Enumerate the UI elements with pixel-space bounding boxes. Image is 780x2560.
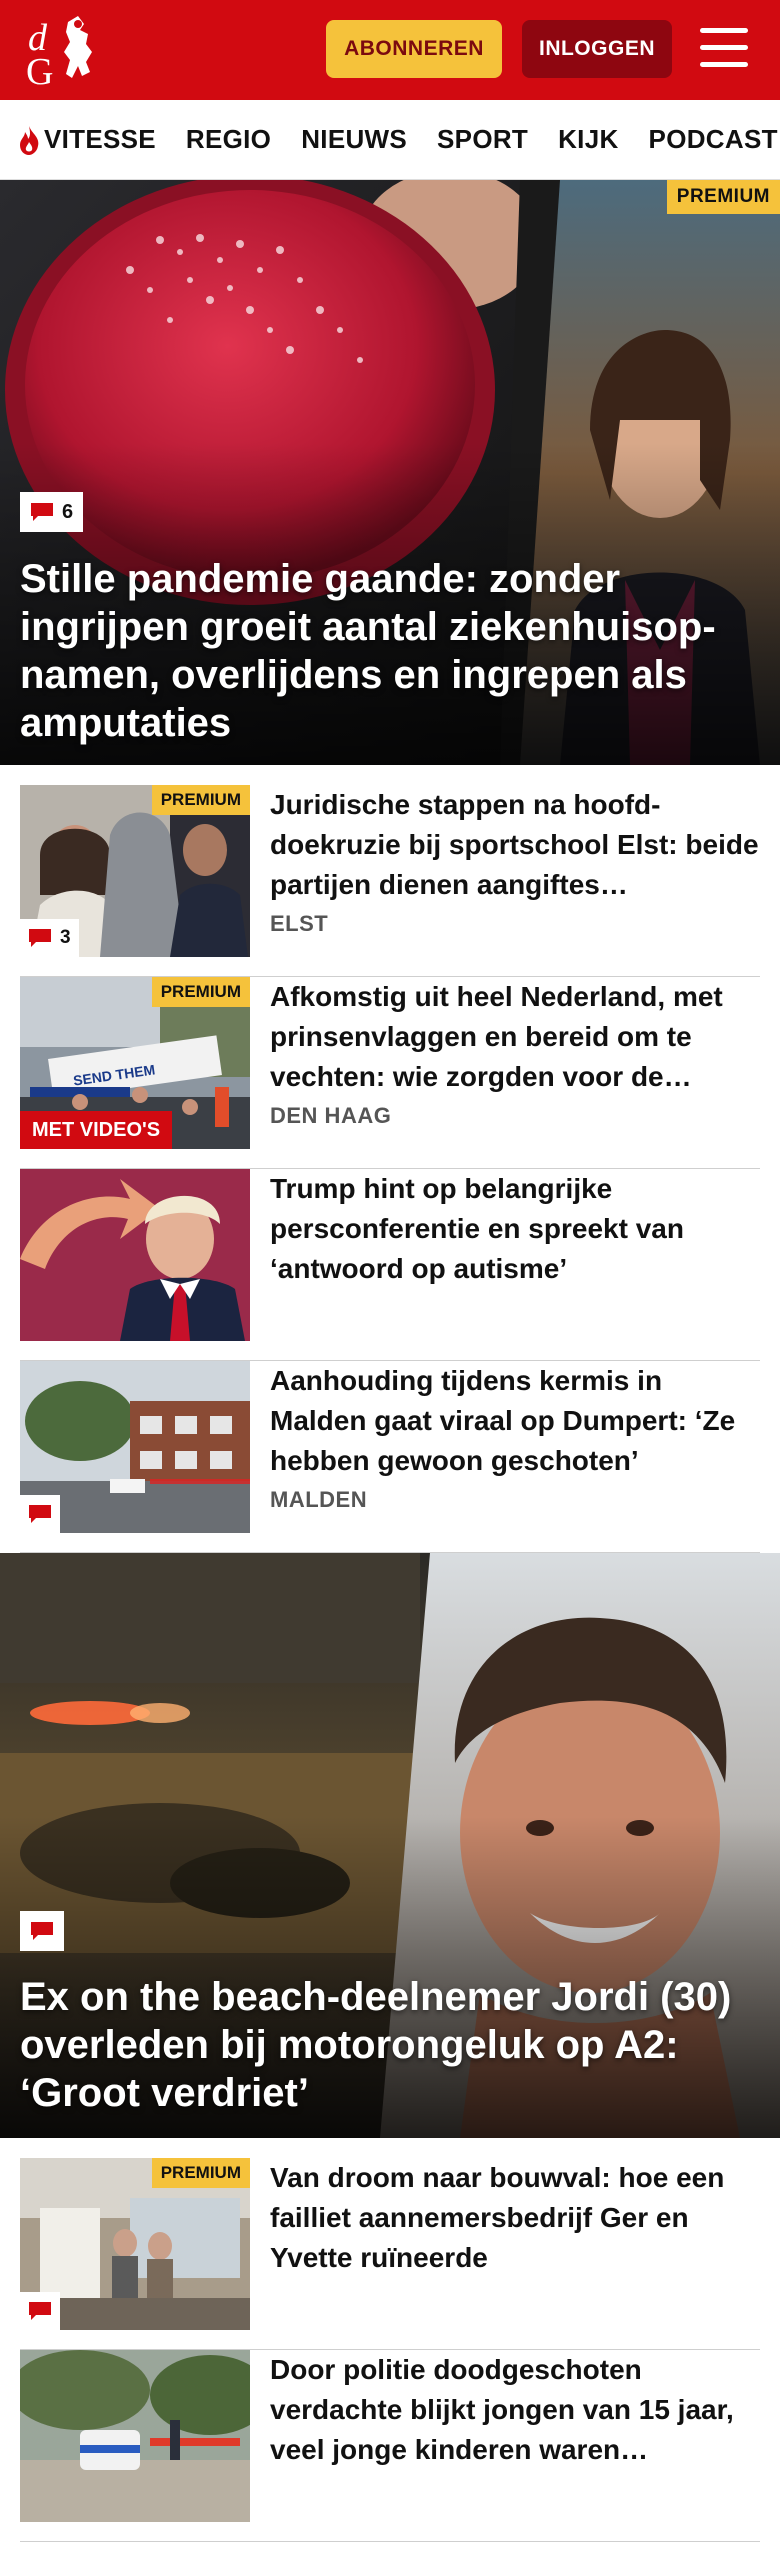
comment-icon [29,929,51,947]
article-title[interactable]: Aanhouding tijdens kermis in Malden gaat… [270,1361,760,1481]
hero-title[interactable]: Ex on the beach-deelnemer Jordi (30) ove… [20,1973,760,2117]
comment-count[interactable] [20,1911,64,1951]
login-button[interactable]: INLOGGEN [522,20,672,78]
article-thumbnail [20,1169,250,1341]
logo[interactable]: d G [22,10,122,93]
premium-badge: PREMIUM [666,180,780,214]
list-item[interactable]: PREMIUM Van droom naar bouwval: hoe een … [20,2158,760,2350]
menu-icon[interactable] [700,28,752,72]
nav-label: VITESSE [44,124,156,154]
article-title[interactable]: Afkomstig uit heel Nederland, met prinse… [270,977,760,1097]
list-item[interactable]: Aanhouding tijdens kermis in Malden gaat… [20,1361,760,1553]
comment-count[interactable]: 3 [20,919,79,957]
premium-badge: PREMIUM [151,785,250,815]
section-nav: VITESSE REGIO NIEUWS SPORT KIJK PODCAST [0,100,780,180]
comment-count[interactable]: 6 [20,492,84,532]
nav-item-kijk[interactable]: KIJK [558,124,618,155]
top-bar: d G ABONNEREN INLOGGEN [0,0,780,100]
article-thumbnail [20,1361,250,1533]
comment-icon [31,503,53,521]
hero-article-pandemic[interactable]: PREMIUM 6 Stille pandemie gaande: zonder… [0,180,780,765]
article-thumbnail: PREMIUM [20,2158,250,2330]
premium-badge: PREMIUM [151,2158,250,2188]
article-title[interactable]: Trump hint op belangrijke persconferenti… [270,1169,760,1289]
comment-icon [31,1922,53,1940]
premium-badge: PREMIUM [151,977,250,1007]
nav-item-regio[interactable]: REGIO [186,124,271,155]
article-thumbnail: SEND THEM PREMIUM MET VIDEO'S [20,977,250,1149]
article-location: DEN HAAG [270,1103,392,1128]
svg-text:G: G [26,51,53,90]
article-thumbnail [20,2350,250,2522]
comment-count[interactable] [20,2292,60,2330]
article-title[interactable]: Juridische stappen na hoofd­doekruzie bi… [270,785,760,905]
nav-item-sport[interactable]: SPORT [437,124,528,155]
article-title[interactable]: Van droom naar bouwval: hoe een failliet… [270,2158,760,2278]
list-item[interactable]: Door politie doodgeschoten verdachte bli… [20,2350,760,2542]
nav-item-vitesse[interactable]: VITESSE [16,124,156,156]
hero-title[interactable]: Stille pandemie gaande: zonder ingrijpen… [20,555,760,747]
article-title[interactable]: Door politie doodgeschoten verdachte bli… [270,2350,760,2470]
flame-icon [20,125,39,155]
comment-count[interactable] [20,1495,60,1533]
nav-item-nieuws[interactable]: NIEUWS [301,124,407,155]
comment-count-value: 6 [62,500,74,523]
video-badge: MET VIDEO'S [20,1111,173,1149]
list-item[interactable]: SEND THEM PREMIUM MET VIDEO'S Afkomstig … [20,977,760,1169]
article-thumbnail: PREMIUM 3 [20,785,250,957]
hero-article-jordi[interactable]: Ex on the beach-deelnemer Jordi (30) ove… [0,1553,780,2138]
list-item[interactable]: Trump hint op belangrijke persconferenti… [20,1169,760,1361]
nav-item-podcast[interactable]: PODCAST [649,124,778,155]
comment-icon [29,1505,51,1523]
comment-icon [29,2302,51,2320]
comment-count-value: 3 [60,927,71,948]
article-location: ELST [270,911,329,936]
subscribe-button[interactable]: ABONNEREN [326,20,502,78]
list-item[interactable]: PREMIUM 3 Juridische stappen na hoofd­do… [20,785,760,977]
article-location: MALDEN [270,1487,368,1512]
